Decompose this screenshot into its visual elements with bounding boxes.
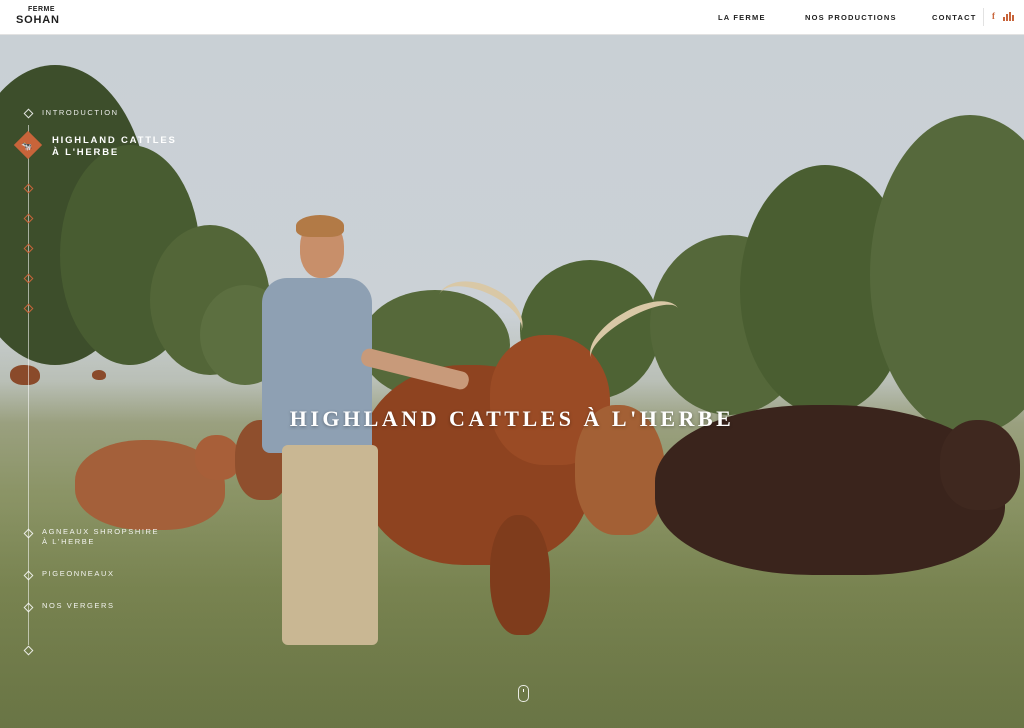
bar-chart-icon[interactable] — [1003, 12, 1015, 21]
header-divider — [983, 8, 984, 26]
nav-nos-productions[interactable]: NOS PRODUCTIONS — [805, 13, 897, 22]
nav-contact[interactable]: CONTACT — [932, 13, 977, 22]
logo-line2: SOHAN — [16, 14, 60, 26]
logo-line1: FERME — [28, 6, 55, 13]
sidenav-dot-introduction[interactable] — [23, 108, 34, 119]
sidenav-dot-agneaux[interactable] — [23, 528, 34, 539]
mouse-scroll-icon[interactable] — [518, 685, 529, 702]
sidenav-item-highland-line1: HIGHLAND CATTLES — [52, 135, 177, 146]
sidenav-subdot[interactable] — [23, 213, 34, 224]
sidenav-item-agneaux-line1: AGNEAUX SHROPSHIRE — [42, 527, 160, 536]
sidenav-item-highland[interactable]: HIGHLAND CATTLES À L'HERBE — [52, 135, 177, 159]
logo[interactable]: FERME SOHAN — [16, 5, 64, 29]
sidenav-subdot[interactable] — [23, 243, 34, 254]
sidenav-dot-vergers[interactable] — [23, 602, 34, 613]
section-sidenav: INTRODUCTION 🐄 HIGHLAND CATTLES À L'HERB… — [0, 35, 220, 728]
sidenav-item-vergers[interactable]: NOS VERGERS — [42, 601, 115, 611]
sidenav-item-pigeonneaux[interactable]: PIGEONNEAUX — [42, 569, 115, 579]
sidenav-dot-pigeonneaux[interactable] — [23, 570, 34, 581]
sidenav-subdot[interactable] — [23, 273, 34, 284]
sidenav-dot-end[interactable] — [23, 645, 34, 656]
sidenav-item-highland-line2: À L'HERBE — [52, 147, 120, 158]
sidenav-item-agneaux-line2: À L'HERBE — [42, 537, 95, 546]
sidenav-subdot[interactable] — [23, 183, 34, 194]
sidenav-line — [28, 125, 29, 645]
nav-la-ferme[interactable]: LA FERME — [718, 13, 766, 22]
site-header: FERME SOHAN LA FERME NOS PRODUCTIONS CON… — [0, 0, 1024, 35]
cow-icon: 🐄 — [21, 141, 33, 151]
sidenav-item-introduction[interactable]: INTRODUCTION — [42, 108, 119, 118]
sidenav-item-agneaux[interactable]: AGNEAUX SHROPSHIRE À L'HERBE — [42, 527, 159, 547]
sidenav-subdot[interactable] — [23, 303, 34, 314]
facebook-icon[interactable]: f — [992, 11, 995, 21]
